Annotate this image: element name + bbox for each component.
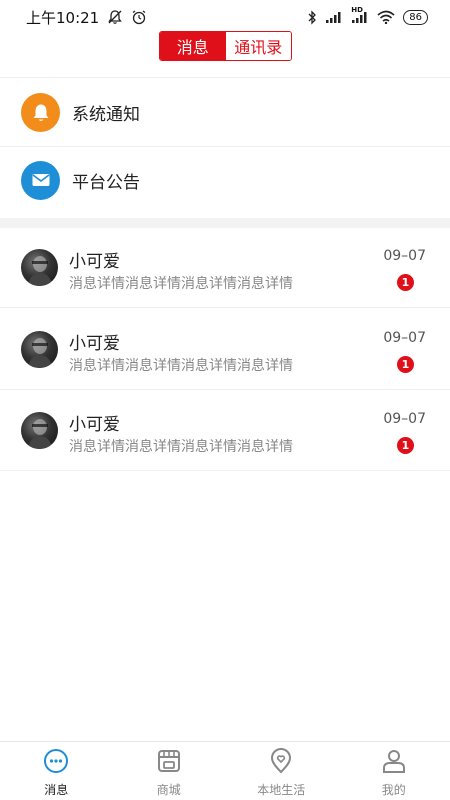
avatar — [21, 412, 58, 449]
nav-item-shop[interactable]: 商城 — [113, 742, 226, 800]
status-right: HD 86 — [307, 6, 428, 25]
avatar — [21, 331, 58, 368]
location-heart-icon — [268, 748, 294, 778]
network-hd-label: HD — [351, 6, 363, 14]
chat-icon — [43, 748, 69, 778]
bluetooth-icon — [307, 9, 317, 25]
message-sender: 小可爱 — [69, 252, 120, 272]
message-date: 09–07 — [383, 330, 426, 346]
unread-badge: 1 — [397, 437, 414, 454]
shop-icon — [156, 748, 182, 778]
bell-icon — [21, 93, 60, 132]
system-notification-label: 系统通知 — [72, 105, 140, 125]
nav-label-messages: 消息 — [44, 783, 69, 797]
header-divider — [0, 77, 450, 78]
header-segmented-control: 消息 通讯录 — [159, 31, 292, 61]
nav-label-profile: 我的 — [381, 783, 406, 797]
nav-item-messages[interactable]: 消息 — [0, 742, 113, 800]
avatar — [21, 249, 58, 286]
tab-messages[interactable]: 消息 — [160, 32, 226, 60]
message-row[interactable]: 小可爱 消息详情消息详情消息详情消息详情 09–07 1 — [0, 309, 450, 390]
message-preview: 消息详情消息详情消息详情消息详情 — [69, 276, 293, 292]
message-row[interactable]: 小可爱 消息详情消息详情消息详情消息详情 09–07 1 — [0, 227, 450, 308]
bottom-nav: 消息 商城 本地生活 我的 — [0, 741, 450, 800]
wifi-icon — [377, 10, 395, 24]
nav-item-profile[interactable]: 我的 — [338, 742, 450, 800]
system-notification-item[interactable]: 系统通知 — [0, 79, 450, 146]
status-left: 上午10:21 — [26, 7, 147, 28]
message-preview: 消息详情消息详情消息详情消息详情 — [69, 358, 293, 374]
message-sender: 小可爱 — [69, 415, 120, 435]
unread-badge: 1 — [397, 356, 414, 373]
notifications-off-icon — [107, 9, 123, 25]
signal-icon — [325, 11, 343, 24]
user-icon — [381, 748, 407, 778]
platform-announcement-label: 平台公告 — [72, 172, 140, 193]
message-date: 09–07 — [383, 248, 426, 264]
nav-label-local-life: 本地生活 — [257, 783, 306, 797]
alarm-icon — [131, 9, 147, 25]
nav-item-local-life[interactable]: 本地生活 — [225, 742, 338, 800]
platform-announcement-item[interactable]: 平台公告 — [0, 146, 450, 213]
message-date: 09–07 — [383, 411, 426, 427]
nav-label-shop: 商城 — [156, 783, 181, 797]
unread-badge: 1 — [397, 274, 414, 291]
mail-icon — [21, 160, 60, 200]
signal-hd-icon: HD — [351, 6, 369, 24]
status-bar: 上午10:21 HD 86 — [0, 0, 450, 34]
message-row[interactable]: 小可爱 消息详情消息详情消息详情消息详情 09–07 1 — [0, 390, 450, 471]
tab-contacts[interactable]: 通讯录 — [225, 32, 291, 60]
battery-indicator: 86 — [403, 9, 428, 25]
message-preview: 消息详情消息详情消息详情消息详情 — [69, 439, 293, 455]
status-time: 上午10:21 — [26, 8, 100, 27]
message-sender: 小可爱 — [69, 334, 120, 354]
